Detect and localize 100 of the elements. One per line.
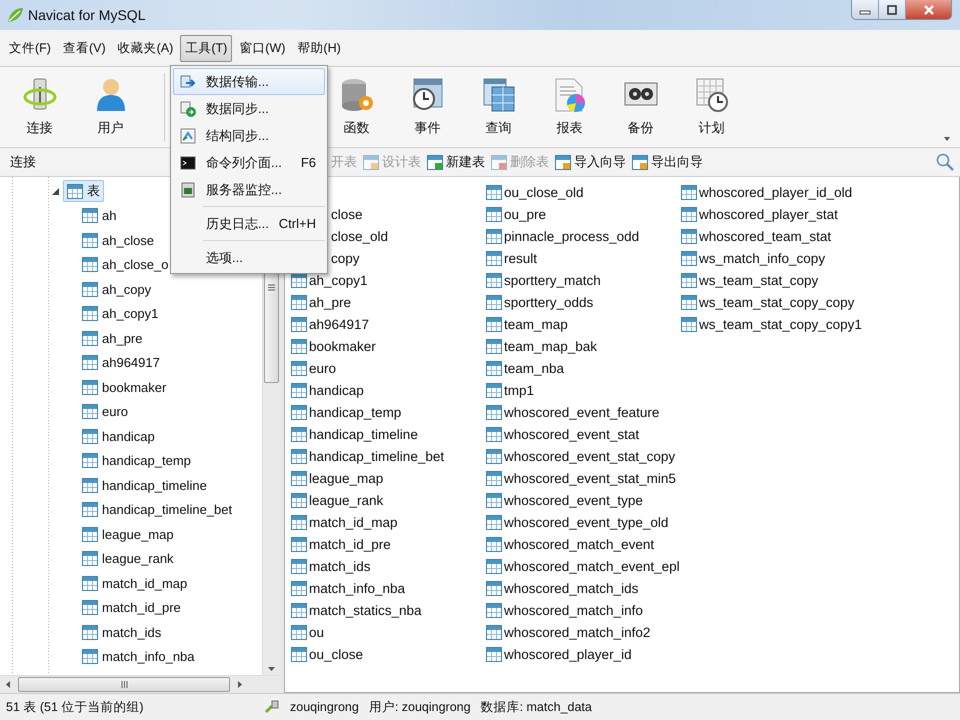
table-item[interactable]: team_nba xyxy=(486,357,564,379)
menu-option[interactable]: 命令列介面... F6 xyxy=(173,149,325,176)
menu-option[interactable]: 数据传输... xyxy=(173,68,325,95)
tree-item[interactable]: bookmaker xyxy=(78,378,170,397)
table-item[interactable]: league_map xyxy=(291,467,384,489)
tree-item[interactable]: match_info_nba xyxy=(78,647,199,666)
table-icon xyxy=(82,478,98,493)
table-item[interactable]: pinnacle_process_odd xyxy=(486,225,640,247)
menu-item[interactable]: 工具(T) xyxy=(180,34,232,62)
table-item[interactable]: team_map_bak xyxy=(486,335,598,357)
tree-item[interactable]: ah_close_o xyxy=(78,255,172,274)
table-item[interactable]: handicap_timeline xyxy=(291,423,418,445)
object-button[interactable]: 新建表 xyxy=(427,153,485,171)
plug-icon xyxy=(264,700,280,714)
table-item[interactable]: handicap xyxy=(291,379,364,401)
toolbar-button[interactable]: 事件 xyxy=(392,67,463,147)
table-item[interactable]: handicap_temp xyxy=(291,401,402,423)
table-item[interactable]: ou xyxy=(291,621,324,643)
table-icon xyxy=(486,514,502,530)
tree-item[interactable]: match_ids xyxy=(78,622,166,642)
table-item[interactable]: match_id_map xyxy=(291,511,398,533)
tree-item[interactable]: ah_pre xyxy=(78,328,146,348)
menu-option[interactable]: 历史日志... Ctrl+H xyxy=(173,210,325,237)
maximize-button[interactable] xyxy=(879,0,906,19)
table-item[interactable]: whoscored_team_stat xyxy=(681,225,832,247)
table-item[interactable]: whoscored_player_id xyxy=(486,643,632,665)
table-item[interactable]: result xyxy=(486,247,538,269)
tree-item[interactable]: 表 xyxy=(63,180,104,202)
menu-item[interactable]: 文件(F) xyxy=(4,34,56,62)
tree-item[interactable]: handicap_timeline_bet xyxy=(78,500,236,520)
tree-item[interactable]: ah xyxy=(78,206,120,226)
menu-option[interactable]: 选项... xyxy=(173,244,325,271)
toolbar-button[interactable]: 计划 xyxy=(676,67,747,147)
table-item[interactable]: sporttery_odds xyxy=(486,291,594,313)
table-item[interactable]: match_statics_nba xyxy=(291,599,422,621)
tree-item[interactable]: match_id_pre xyxy=(78,598,185,618)
table-item[interactable]: ah964917 xyxy=(291,313,370,335)
toolbar-button[interactable]: 备份 xyxy=(605,67,676,147)
tree-item[interactable]: ah_copy1 xyxy=(78,304,162,324)
table-item[interactable]: ou_pre xyxy=(486,203,546,225)
object-button[interactable]: 导出向导 xyxy=(632,153,703,171)
table-item[interactable]: whoscored_event_stat_copy xyxy=(486,445,676,467)
table-item[interactable]: whoscored_event_type_old xyxy=(486,511,668,533)
table-item[interactable]: ah_pre xyxy=(291,291,352,313)
toolbar-button[interactable]: 连接 xyxy=(4,67,75,147)
table-item[interactable]: bookmaker xyxy=(291,335,376,357)
table-item[interactable]: handicap_timeline_bet xyxy=(291,445,444,467)
menu-item[interactable]: 查看(V) xyxy=(58,34,111,62)
table-icon xyxy=(486,338,502,354)
table-item[interactable]: league_rank xyxy=(291,489,384,511)
table-icon xyxy=(555,154,571,170)
table-item[interactable]: whoscored_match_event xyxy=(486,533,654,555)
tree-item[interactable]: ah964917 xyxy=(78,353,164,372)
tree-item[interactable]: ah_copy xyxy=(78,280,156,299)
table-item[interactable]: whoscored_player_id_old xyxy=(681,181,852,203)
table-item[interactable]: whoscored_match_info xyxy=(486,599,643,621)
table-item[interactable]: whoscored_player_stat xyxy=(681,203,838,225)
table-item[interactable]: ws_team_stat_copy_copy1 xyxy=(681,313,862,335)
menu-item[interactable]: 窗口(W) xyxy=(234,34,290,62)
table-item[interactable]: team_map xyxy=(486,313,568,335)
minimize-button[interactable] xyxy=(852,0,879,19)
tree-item[interactable]: handicap_timeline xyxy=(78,476,211,495)
object-button[interactable]: 导入向导 xyxy=(555,153,626,171)
table-item[interactable]: ou_close_old xyxy=(486,181,584,203)
more-icon xyxy=(944,137,950,141)
table-item[interactable]: whoscored_match_event_epl xyxy=(486,555,680,577)
horizontal-scrollbar[interactable] xyxy=(0,675,280,693)
table-item[interactable]: whoscored_event_stat_min5 xyxy=(486,467,676,489)
tree-item[interactable]: match_id_map xyxy=(78,574,192,593)
toolbar-button[interactable]: 查询 xyxy=(463,67,534,147)
table-item[interactable]: ws_team_stat_copy xyxy=(681,269,818,291)
tree-item[interactable]: handicap_temp xyxy=(78,451,195,470)
table-item[interactable]: whoscored_match_info2 xyxy=(486,621,650,643)
table-item[interactable]: match_id_pre xyxy=(291,533,391,555)
menu-option[interactable]: 结构同步... xyxy=(173,122,325,149)
tree-item[interactable]: league_map xyxy=(78,524,178,544)
menu-item[interactable]: 帮助(H) xyxy=(292,34,346,62)
table-item[interactable]: whoscored_event_stat xyxy=(486,423,640,445)
table-item[interactable]: ou_close xyxy=(291,643,364,665)
menu-option[interactable]: 服务器监控... xyxy=(173,176,325,203)
table-item[interactable]: sporttery_match xyxy=(486,269,601,291)
scroll-thumb[interactable] xyxy=(18,677,230,692)
table-item[interactable]: ws_match_info_copy xyxy=(681,247,826,269)
tree-item[interactable]: euro xyxy=(78,402,132,422)
table-item[interactable]: ws_team_stat_copy_copy xyxy=(681,291,854,313)
toolbar-button[interactable]: 报表 xyxy=(534,67,605,147)
close-button[interactable] xyxy=(906,0,951,19)
menu-option[interactable]: 数据同步... xyxy=(173,95,325,122)
table-item[interactable]: whoscored_event_type xyxy=(486,489,643,511)
table-item[interactable]: euro xyxy=(291,357,336,379)
table-item[interactable]: tmp1 xyxy=(486,379,534,401)
menu-item[interactable]: 收藏夹(A) xyxy=(112,34,178,62)
table-item[interactable]: match_info_nba xyxy=(291,577,406,599)
tree-item[interactable]: league_rank xyxy=(78,549,178,568)
table-item[interactable]: whoscored_match_ids xyxy=(486,577,638,599)
tree-item[interactable]: handicap xyxy=(78,426,159,446)
table-item[interactable]: match_ids xyxy=(291,555,371,577)
toolbar-button[interactable]: 用户 xyxy=(75,67,146,147)
table-item[interactable]: whoscored_event_feature xyxy=(486,401,660,423)
tree-item[interactable]: ah_close xyxy=(78,230,158,250)
